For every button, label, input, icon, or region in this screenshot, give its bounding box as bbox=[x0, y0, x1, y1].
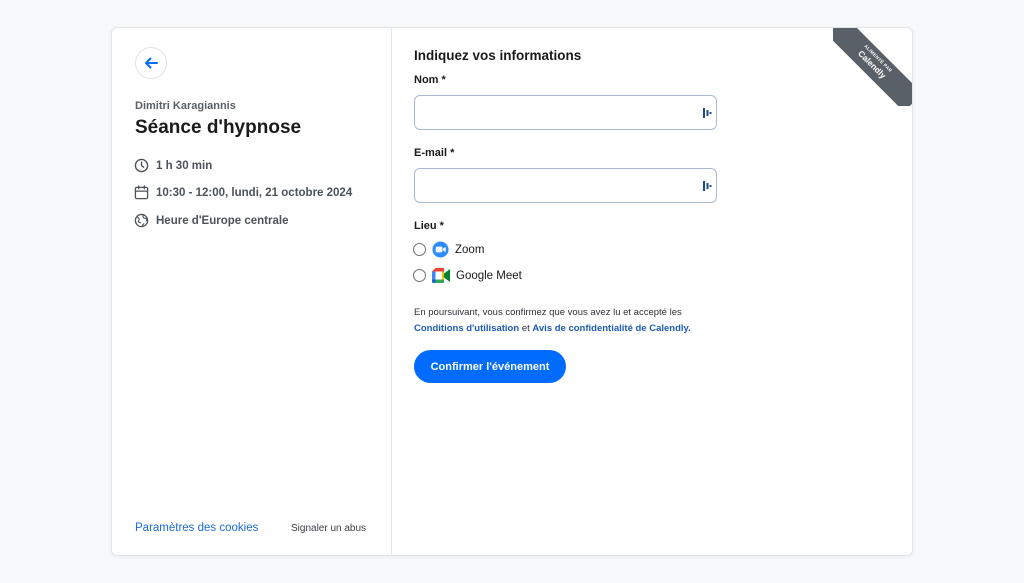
privacy-link[interactable]: Avis de confidentialité de Calendly. bbox=[532, 323, 690, 334]
arrow-left-icon bbox=[145, 57, 158, 69]
google-meet-icon bbox=[432, 268, 450, 283]
booking-form: Indiquez vos informations Nom * E-mail *… bbox=[393, 28, 912, 555]
confirm-event-button[interactable]: Confirmer l'événement bbox=[414, 350, 566, 383]
event-duration: 1 h 30 min bbox=[134, 158, 212, 173]
calendly-ribbon[interactable]: ALIMENTÉ PAR Calendly bbox=[833, 28, 912, 106]
google-meet-label: Google Meet bbox=[456, 269, 522, 282]
name-input[interactable] bbox=[414, 95, 717, 130]
google-meet-radio[interactable] bbox=[413, 269, 426, 282]
consent-text: En poursuivant, vous confirmez que vous … bbox=[414, 305, 734, 337]
consent-intro: En poursuivant, vous confirmez que vous … bbox=[414, 307, 682, 318]
location-option-zoom[interactable]: Zoom bbox=[413, 241, 484, 258]
event-title: Séance d'hypnose bbox=[135, 117, 302, 138]
email-label: E-mail * bbox=[414, 147, 455, 159]
clock-icon bbox=[134, 158, 149, 173]
timezone-text: Heure d'Europe centrale bbox=[156, 214, 289, 227]
duration-text: 1 h 30 min bbox=[156, 159, 213, 172]
autofill-icon[interactable] bbox=[703, 107, 712, 119]
autofill-icon[interactable] bbox=[703, 180, 712, 192]
email-input[interactable] bbox=[414, 168, 717, 203]
event-timezone: Heure d'Europe centrale bbox=[134, 213, 288, 228]
ribbon-brand: Calendly bbox=[856, 48, 889, 81]
event-details-panel: Dimitri Karagiannis Séance d'hypnose 1 h… bbox=[112, 28, 392, 555]
back-button[interactable] bbox=[135, 47, 167, 79]
booking-card: Dimitri Karagiannis Séance d'hypnose 1 h… bbox=[111, 27, 913, 556]
location-label: Lieu * bbox=[414, 220, 444, 232]
powered-by-badge[interactable]: ALIMENTÉ PAR Calendly bbox=[833, 28, 912, 106]
form-heading: Indiquez vos informations bbox=[414, 48, 582, 63]
zoom-label: Zoom bbox=[455, 243, 485, 256]
consent-and: et bbox=[521, 323, 530, 334]
globe-icon bbox=[134, 213, 149, 228]
zoom-radio[interactable] bbox=[413, 243, 426, 256]
zoom-icon bbox=[432, 241, 449, 258]
host-name: Dimitri Karagiannis bbox=[135, 100, 236, 112]
location-option-google-meet[interactable]: Google Meet bbox=[413, 268, 522, 283]
cookie-settings-link[interactable]: Paramètres des cookies bbox=[135, 522, 258, 534]
datetime-text: 10:30 - 12:00, lundi, 21 octobre 2024 bbox=[156, 186, 353, 199]
report-abuse-link[interactable]: Signaler un abus bbox=[291, 523, 366, 534]
terms-link[interactable]: Conditions d'utilisation bbox=[414, 323, 519, 334]
event-datetime: 10:30 - 12:00, lundi, 21 octobre 2024 bbox=[134, 185, 352, 200]
calendar-icon bbox=[134, 185, 149, 200]
name-label: Nom * bbox=[414, 74, 446, 86]
